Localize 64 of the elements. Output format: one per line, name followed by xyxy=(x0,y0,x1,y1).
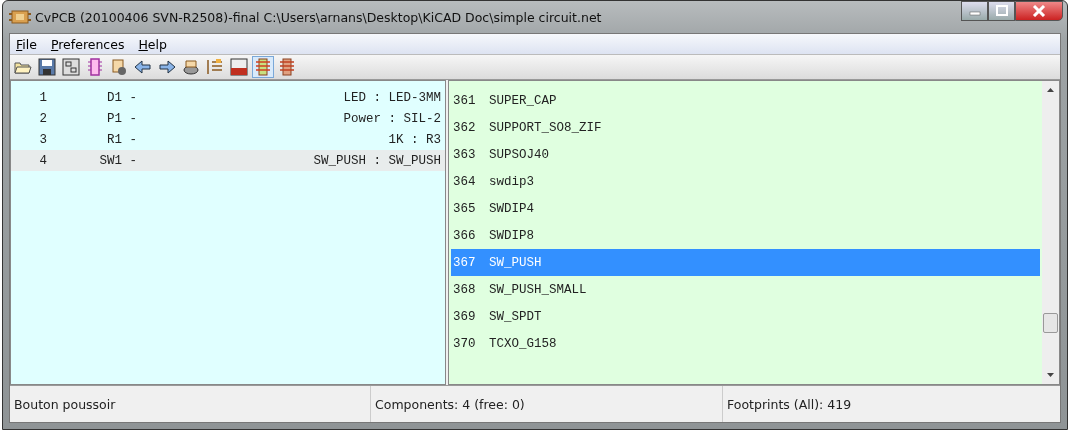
component-reference: SW1 - xyxy=(98,153,137,168)
component-row[interactable]: 1 D1 - LED : LED-3MM xyxy=(11,87,445,108)
circuit-board-icon xyxy=(9,8,31,26)
maximize-button[interactable] xyxy=(988,1,1015,21)
status-text: Footprints (All): 419 xyxy=(722,386,1060,422)
row-number: 366 xyxy=(453,228,477,243)
component-reference: P1 - xyxy=(106,111,137,126)
row-number: 365 xyxy=(453,201,477,216)
menu-item[interactable]: File xyxy=(16,36,37,52)
status-text: Components: 4 (free: 0) xyxy=(370,386,722,422)
toolbar-button[interactable] xyxy=(36,56,58,78)
row-number: 362 xyxy=(453,120,477,135)
row-number: 363 xyxy=(453,147,477,162)
row-number: 370 xyxy=(453,336,477,351)
footprint-row[interactable]: 364 swdip3 xyxy=(451,168,1040,195)
row-number: 4 xyxy=(38,153,47,168)
row-number: 2 xyxy=(38,111,47,126)
footprint-row[interactable]: 368 SW_PUSH_SMALL xyxy=(451,276,1040,303)
footprint-name: SWDIP8 xyxy=(489,228,534,243)
row-number: 367 xyxy=(453,255,477,270)
footprint-row[interactable]: 363 SUPSOJ40 xyxy=(451,141,1040,168)
scroll-down-icon[interactable] xyxy=(1046,372,1055,378)
footprint-assignment: Power : SIL-2 xyxy=(342,111,442,126)
row-number: 364 xyxy=(453,174,477,189)
footprint-row[interactable]: 362 SUPPORT_SO8_ZIF xyxy=(451,114,1040,141)
footprint-name: SW_PUSH_SMALL xyxy=(489,282,587,297)
footprint-row[interactable]: 366 SWDIP8 xyxy=(451,222,1040,249)
footprint-name: SUPPORT_SO8_ZIF xyxy=(489,120,602,135)
component-reference: D1 - xyxy=(106,90,137,105)
footprint-name: SW_PUSH xyxy=(489,255,542,270)
row-number: 369 xyxy=(453,309,477,324)
footprint-row[interactable]: 369 SW_SPDT xyxy=(451,303,1040,330)
vertical-scrollbar[interactable] xyxy=(1042,81,1059,384)
footprint-row[interactable]: 365 SWDIP4 xyxy=(451,195,1040,222)
scroll-up-icon[interactable] xyxy=(1046,87,1055,93)
footprint-assignment: 1K : R3 xyxy=(387,132,442,147)
row-number: 368 xyxy=(453,282,477,297)
menu-item[interactable]: Help xyxy=(138,36,167,52)
component-row[interactable]: 3 R1 - 1K : R3 xyxy=(11,129,445,150)
menu-item[interactable]: Preferences xyxy=(50,36,125,52)
toolbar-button[interactable] xyxy=(60,56,82,78)
row-number: 361 xyxy=(453,93,477,108)
component-row[interactable]: 4 SW1 - SW_PUSH : SW_PUSH xyxy=(11,150,445,171)
window-title: CvPCB (20100406 SVN-R2508)-final C:\Users\arnans\Desktop\KiCAD Doc\simple circuit.net xyxy=(35,9,603,25)
scroll-thumb[interactable] xyxy=(1043,313,1058,333)
maximize-icon xyxy=(994,5,1009,17)
footprint-name: SUPSOJ40 xyxy=(489,147,549,162)
footprint-name: swdip3 xyxy=(489,174,534,189)
footprint-row[interactable]: 370 TCXO_G158 xyxy=(451,330,1040,357)
row-number: 3 xyxy=(38,132,47,147)
component-row[interactable]: 2 P1 - Power : SIL-2 xyxy=(11,108,445,129)
minimize-button[interactable] xyxy=(961,1,988,21)
status-text: Bouton poussoir xyxy=(13,395,117,414)
footprint-assignment: LED : LED-3MM xyxy=(342,90,442,105)
component-reference: R1 - xyxy=(106,132,137,147)
row-number: 1 xyxy=(38,90,47,105)
footprint-name: SWDIP4 xyxy=(489,201,534,216)
close-icon xyxy=(1032,5,1046,17)
footprint-name: SUPER_CAP xyxy=(489,93,557,108)
footprint-name: SW_SPDT xyxy=(489,309,542,324)
footprint-name: TCXO_G158 xyxy=(489,336,557,351)
footprint-assignment: SW_PUSH : SW_PUSH xyxy=(312,153,442,168)
close-button[interactable] xyxy=(1015,1,1063,21)
footprint-row[interactable]: 361 SUPER_CAP xyxy=(451,87,1040,114)
